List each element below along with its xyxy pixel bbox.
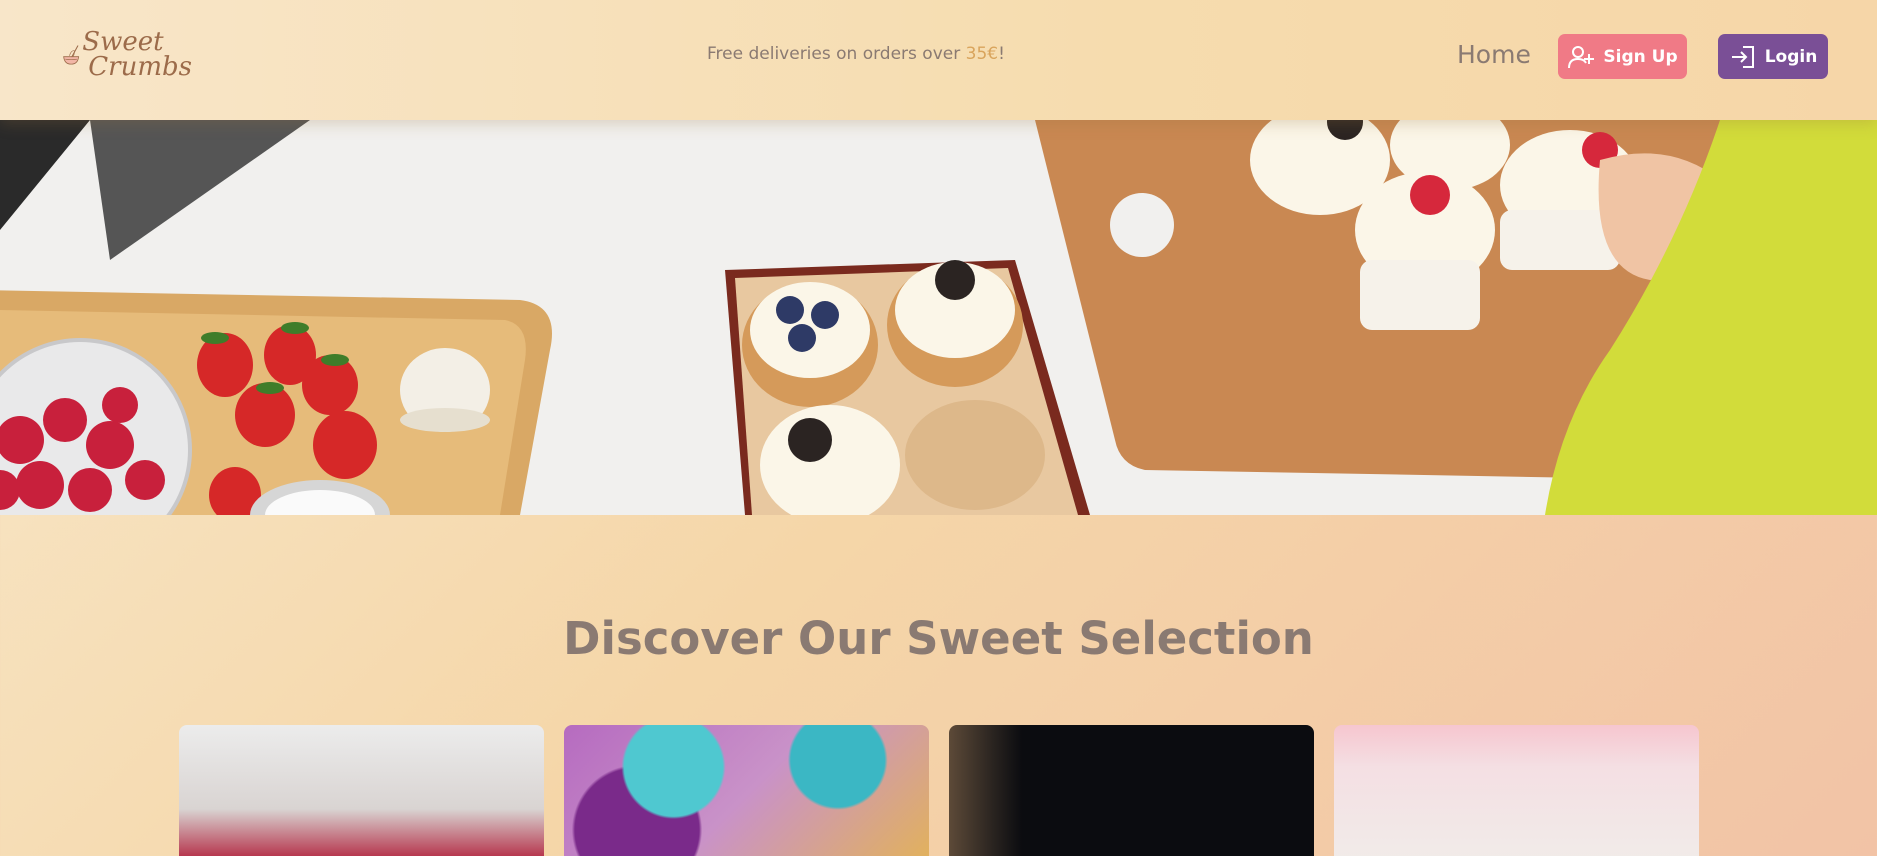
signup-label: Sign Up xyxy=(1603,46,1678,67)
login-label: Login xyxy=(1764,46,1818,67)
hero-cupcakes-illustration xyxy=(0,120,1877,515)
promo-prefix: Free deliveries on orders over xyxy=(707,44,966,64)
product-card[interactable] xyxy=(949,725,1314,856)
logo-text: Sweet Crumbs xyxy=(82,29,192,82)
product-card[interactable] xyxy=(564,725,929,856)
promo-amount: 35€ xyxy=(965,44,999,64)
nav-home-link[interactable]: Home xyxy=(1457,40,1531,69)
hero-image xyxy=(0,120,1877,515)
promo-banner: Free deliveries on orders over 35€! xyxy=(707,44,1005,64)
promo-suffix: ! xyxy=(998,44,1005,64)
whisk-bowl-icon xyxy=(63,45,80,65)
login-button[interactable]: Login xyxy=(1718,34,1828,79)
site-header: Sweet Crumbs Free deliveries on orders o… xyxy=(0,0,1877,120)
logo-line2: Crumbs xyxy=(88,52,192,82)
login-arrow-icon xyxy=(1731,45,1754,68)
user-plus-icon xyxy=(1568,45,1595,68)
product-card[interactable] xyxy=(179,725,544,856)
product-card[interactable] xyxy=(1334,725,1699,856)
logo[interactable]: Sweet Crumbs xyxy=(62,22,192,88)
section-title: Discover Our Sweet Selection xyxy=(563,612,1314,665)
signup-button[interactable]: Sign Up xyxy=(1558,34,1687,79)
